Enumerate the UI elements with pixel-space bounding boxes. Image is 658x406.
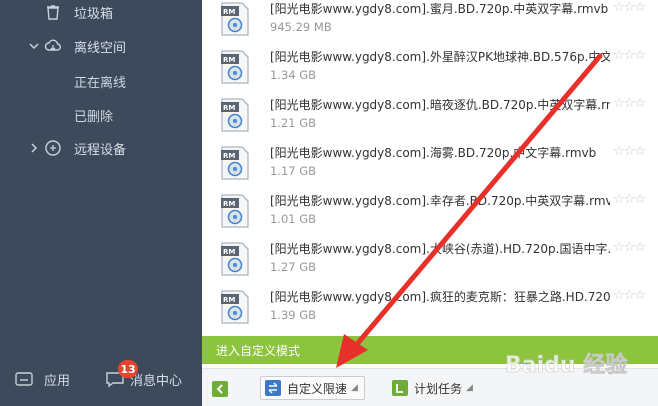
trash-icon: [47, 5, 59, 20]
messages-badge: 13: [118, 360, 138, 378]
sidebar-item-trash[interactable]: 垃圾箱: [0, 0, 202, 27]
file-name[interactable]: [阳光电影www.ygdy8.com].幸存者.BD.720p.中英双字幕.rm…: [270, 192, 610, 209]
schedule-label: 计划任务: [414, 381, 463, 396]
file-row[interactable]: RM [阳光电影www.ygdy8.com].暗夜逐仇.BD.720p.中英双字幕…: [202, 94, 658, 142]
file-icon-label: RM: [223, 200, 235, 208]
custom-speed-label: 自定义限速: [287, 381, 348, 396]
file-size: 1.01 GB: [270, 212, 317, 226]
cloud-download-icon: [44, 39, 61, 51]
rmvb-file-icon: RM: [221, 194, 249, 228]
file-name[interactable]: [阳光电影www.ygdy8.com].外星醉汉PK地球神.BD.576p.中文…: [270, 48, 610, 65]
file-size: 1.39 GB: [270, 308, 317, 322]
file-size: 945.29 MB: [270, 20, 332, 34]
rmvb-file-icon: RM: [221, 50, 249, 84]
file-name[interactable]: [阳光电影www.ygdy8.com].疯狂的麦克斯：狂暴之路.HD.720..…: [270, 288, 610, 305]
custom-speed-button[interactable]: 自定义限速 ◢: [260, 376, 365, 400]
file-size: 1.21 GB: [270, 116, 317, 130]
caret-down-icon: ◢: [466, 383, 473, 393]
file-size: 1.27 GB: [270, 260, 317, 274]
rmvb-file-icon: RM: [221, 146, 249, 180]
rating-stars[interactable]: ☆☆☆: [613, 288, 646, 303]
sidebar-subitem-offline-deleted[interactable]: 已删除: [74, 106, 113, 125]
sidebar-item-label: 垃圾箱: [74, 6, 114, 22]
caret-down-icon: ◢: [351, 383, 358, 393]
file-row[interactable]: RM [阳光电影www.ygdy8.com].疯狂的麦克斯：狂暴之路.HD.720…: [202, 286, 658, 334]
messages-button[interactable]: 消息中心: [104, 364, 182, 394]
rating-stars[interactable]: ☆☆☆: [613, 0, 646, 15]
file-icon-label: RM: [223, 248, 235, 256]
file-row[interactable]: RM [阳光电影www.ygdy8.com].大峡谷(赤道).HD.720p.国语…: [202, 238, 658, 286]
messages-label: 消息中心: [130, 373, 183, 389]
rmvb-file-icon: RM: [221, 242, 249, 276]
apps-button[interactable]: 应用: [14, 364, 70, 394]
file-name[interactable]: [阳光电影www.ygdy8.com].蜜月.BD.720p.中英双字幕.rmv…: [270, 0, 610, 17]
file-name[interactable]: [阳光电影www.ygdy8.com].大峡谷(赤道).HD.720p.国语中字…: [270, 240, 610, 257]
custom-mode-bar[interactable]: 进入自定义模式: [202, 336, 658, 364]
schedule-button[interactable]: 计划任务 ◢: [392, 376, 473, 400]
file-icon-label: RM: [223, 296, 235, 304]
speed-limit-icon: [265, 380, 281, 396]
rating-stars[interactable]: ☆☆☆: [613, 96, 646, 111]
chevron-right-icon: [31, 143, 38, 153]
custom-mode-label: 进入自定义模式: [216, 343, 301, 358]
sidebar-item-remote[interactable]: 远程设备: [0, 133, 202, 163]
chevron-down-icon: [29, 43, 39, 50]
rating-stars[interactable]: ☆☆☆: [613, 48, 646, 63]
file-row[interactable]: RM [阳光电影www.ygdy8.com].海雾.BD.720p.中文字幕.rm…: [202, 142, 658, 190]
file-icon-label: RM: [223, 152, 235, 160]
sidebar-subitem-offline-active[interactable]: 正在离线: [74, 72, 126, 91]
file-size: 1.34 GB: [270, 68, 317, 82]
bottom-toolbar: 自定义限速 ◢ 计划任务 ◢: [202, 368, 658, 406]
file-icon-label: RM: [223, 56, 235, 64]
file-row[interactable]: RM [阳光电影www.ygdy8.com].外星醉汉PK地球神.BD.576p.…: [202, 46, 658, 94]
rating-stars[interactable]: ☆☆☆: [613, 192, 646, 207]
schedule-icon: [392, 380, 408, 396]
apps-icon: [15, 372, 33, 386]
file-name[interactable]: [阳光电影www.ygdy8.com].海雾.BD.720p.中文字幕.rmvb: [270, 144, 610, 161]
sidebar: 垃圾箱 离线空间 正在离线 已删除 远程设备 应用 消息中心 13: [0, 0, 202, 406]
file-icon-label: RM: [223, 104, 235, 112]
back-button[interactable]: [212, 381, 228, 397]
sidebar-item-label: 离线空间: [74, 40, 127, 56]
rmvb-file-icon: RM: [221, 2, 249, 36]
file-icon-label: RM: [223, 8, 235, 16]
rating-stars[interactable]: ☆☆☆: [613, 144, 646, 159]
file-row[interactable]: RM [阳光电影www.ygdy8.com].蜜月.BD.720p.中英双字幕.r…: [202, 0, 658, 46]
sidebar-item-label: 远程设备: [74, 142, 127, 158]
file-name[interactable]: [阳光电影www.ygdy8.com].暗夜逐仇.BD.720p.中英双字幕.r…: [270, 96, 610, 113]
rmvb-file-icon: RM: [221, 98, 249, 132]
apps-label: 应用: [44, 373, 71, 389]
remote-device-icon: [45, 140, 61, 156]
chevron-left-icon: [216, 384, 223, 394]
file-size: 1.17 GB: [270, 164, 317, 178]
rating-stars[interactable]: ☆☆☆: [613, 240, 646, 255]
sidebar-item-offline[interactable]: 离线空间: [0, 31, 202, 61]
file-row[interactable]: RM [阳光电影www.ygdy8.com].幸存者.BD.720p.中英双字幕.…: [202, 190, 658, 238]
rmvb-file-icon: RM: [221, 290, 249, 324]
